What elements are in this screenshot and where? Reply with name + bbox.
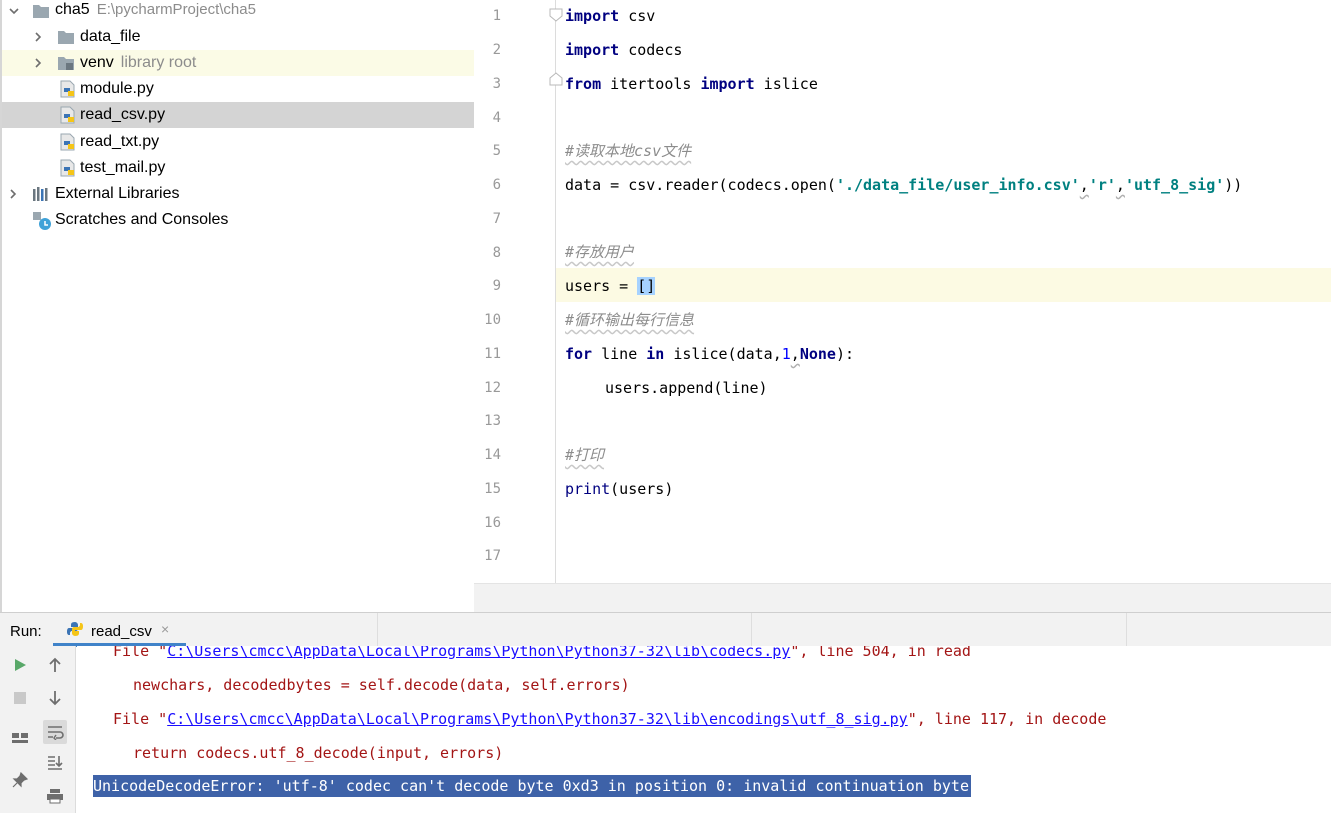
tree-item-label: test_mail.py <box>80 159 166 176</box>
tree-item-venv[interactable]: venv library root <box>2 50 474 76</box>
chevron-down-icon[interactable] <box>8 5 20 17</box>
code-line-9: users = [] <box>565 277 656 295</box>
folder-icon <box>57 54 75 72</box>
chevron-right-icon[interactable] <box>7 188 19 200</box>
close-icon[interactable]: × <box>161 621 169 637</box>
libraries-icon <box>32 185 50 203</box>
tree-item-module-py[interactable]: module.py <box>2 76 474 102</box>
folder-icon <box>57 28 75 46</box>
rerun-icon[interactable] <box>8 653 32 677</box>
code-line-3: from itertools import islice <box>565 75 818 93</box>
file-link[interactable]: C:\Users\cmcc\AppData\Local\Programs\Pyt… <box>167 646 790 660</box>
pin-icon[interactable] <box>8 768 32 792</box>
tree-item-data-file[interactable]: data_file <box>2 24 474 50</box>
editor-bottom-bar <box>474 583 1331 612</box>
code-line-11: for line in islice(data,1,None): <box>565 345 854 363</box>
scroll-to-end-icon[interactable] <box>43 750 67 774</box>
line-number: 5 <box>492 143 501 159</box>
tree-item-scratches-and-consoles[interactable]: Scratches and Consoles <box>2 207 474 233</box>
arrow-up-icon[interactable] <box>43 653 67 677</box>
folder-icon <box>32 2 50 20</box>
soft-wrap-icon[interactable] <box>43 720 67 744</box>
tree-root-name: cha5 <box>55 1 90 18</box>
tree-item-read-csv-py[interactable]: read_csv.py <box>2 102 474 128</box>
python-file-icon <box>59 159 77 177</box>
line-number: 15 <box>484 481 501 497</box>
line-number: 6 <box>492 177 501 193</box>
stop-icon[interactable] <box>8 686 32 710</box>
line-number: 9 <box>492 278 501 294</box>
traceback-file-line: File "C:\Users\cmcc\AppData\Local\Progra… <box>113 710 1107 728</box>
line-number: 14 <box>484 447 501 463</box>
line-number: 11 <box>484 346 501 362</box>
tree-item-label: read_txt.py <box>80 133 160 150</box>
code-line-14: #打印 <box>565 446 605 464</box>
tree-item-label: module.py <box>80 80 154 97</box>
tree-root-cha5[interactable]: cha5 E:\pycharmProject\cha5 <box>2 0 474 24</box>
run-label: Run: <box>10 623 42 640</box>
line-number: 16 <box>484 515 501 531</box>
python-file-icon <box>59 133 77 151</box>
project-tree: cha5 E:\pycharmProject\cha5 data_file ven… <box>0 0 474 612</box>
line-number: 12 <box>484 380 501 396</box>
line-number: 1 <box>492 8 501 24</box>
line-number: 4 <box>492 110 501 126</box>
code-line-2: import codecs <box>565 41 683 59</box>
fold-end-icon[interactable] <box>549 72 563 86</box>
matched-brackets: [] <box>637 277 656 295</box>
line-number: 8 <box>492 245 501 261</box>
tree-item-label: Scratches and Consoles <box>55 211 229 228</box>
error-message-selected: UnicodeDecodeError: 'utf-8' codec can't … <box>93 775 971 797</box>
layout-icon[interactable] <box>8 726 32 750</box>
tree-item-test-mail-py[interactable]: test_mail.py <box>2 155 474 181</box>
run-panel-header: Run: read_csv × <box>0 612 1331 647</box>
code-line-15: print(users) <box>565 480 674 498</box>
line-number: 10 <box>484 312 501 328</box>
header-divider <box>1126 613 1127 647</box>
chevron-right-icon[interactable] <box>32 31 44 43</box>
code-line-10: #循环输出每行信息 <box>565 311 695 329</box>
code-line-6: data = csv.reader(codecs.open('./data_fi… <box>565 176 1243 194</box>
line-number: 7 <box>492 211 501 227</box>
line-number: 2 <box>492 42 501 58</box>
tree-item-label: venv <box>80 54 114 71</box>
code-line-1: import csv <box>565 7 656 25</box>
line-number: 13 <box>484 413 501 429</box>
console-output[interactable]: File "C:\Users\cmcc\AppData\Local\Progra… <box>77 646 1331 813</box>
file-link[interactable]: C:\Users\cmcc\AppData\Local\Programs\Pyt… <box>167 710 908 728</box>
run-tab-label: read_csv <box>91 623 152 640</box>
python-file-icon <box>59 80 77 98</box>
code-editor[interactable]: 1 2 3 4 5 6 7 8 9 10 11 12 13 14 15 16 1… <box>474 0 1331 583</box>
python-file-icon <box>59 106 77 124</box>
traceback-file-line: File "C:\Users\cmcc\AppData\Local\Progra… <box>113 646 971 662</box>
line-number: 17 <box>484 548 501 564</box>
tree-item-label: data_file <box>80 28 141 45</box>
line-number: 3 <box>492 76 501 92</box>
tree-item-external-libraries[interactable]: External Libraries <box>2 181 474 207</box>
code-line-12: users.append(line) <box>605 379 768 397</box>
print-icon[interactable] <box>43 784 67 808</box>
header-divider <box>377 613 378 647</box>
python-icon <box>67 621 83 637</box>
library-root-note: library root <box>120 54 197 71</box>
code-line-5: #读取本地csv文件 <box>565 142 692 160</box>
scratches-icon <box>32 211 51 230</box>
fold-start-icon[interactable] <box>549 8 563 22</box>
traceback-code-line: return codecs.utf_8_decode(input, errors… <box>133 744 504 762</box>
header-divider <box>751 613 752 647</box>
code-line-8: #存放用户 <box>565 243 635 261</box>
editor-gutter: 1 2 3 4 5 6 7 8 9 10 11 12 13 14 15 16 1… <box>474 0 563 583</box>
chevron-right-icon[interactable] <box>32 57 44 69</box>
run-toolbar <box>0 646 76 813</box>
tree-item-label: read_csv.py <box>80 106 166 123</box>
arrow-down-icon[interactable] <box>43 686 67 710</box>
tree-item-read-txt-py[interactable]: read_txt.py <box>2 129 474 155</box>
run-tab-read-csv[interactable]: read_csv × <box>53 613 186 647</box>
tree-root-path: E:\pycharmProject\cha5 <box>96 1 256 18</box>
tree-item-label: External Libraries <box>55 185 180 202</box>
traceback-code-line: newchars, decodedbytes = self.decode(dat… <box>133 676 630 694</box>
